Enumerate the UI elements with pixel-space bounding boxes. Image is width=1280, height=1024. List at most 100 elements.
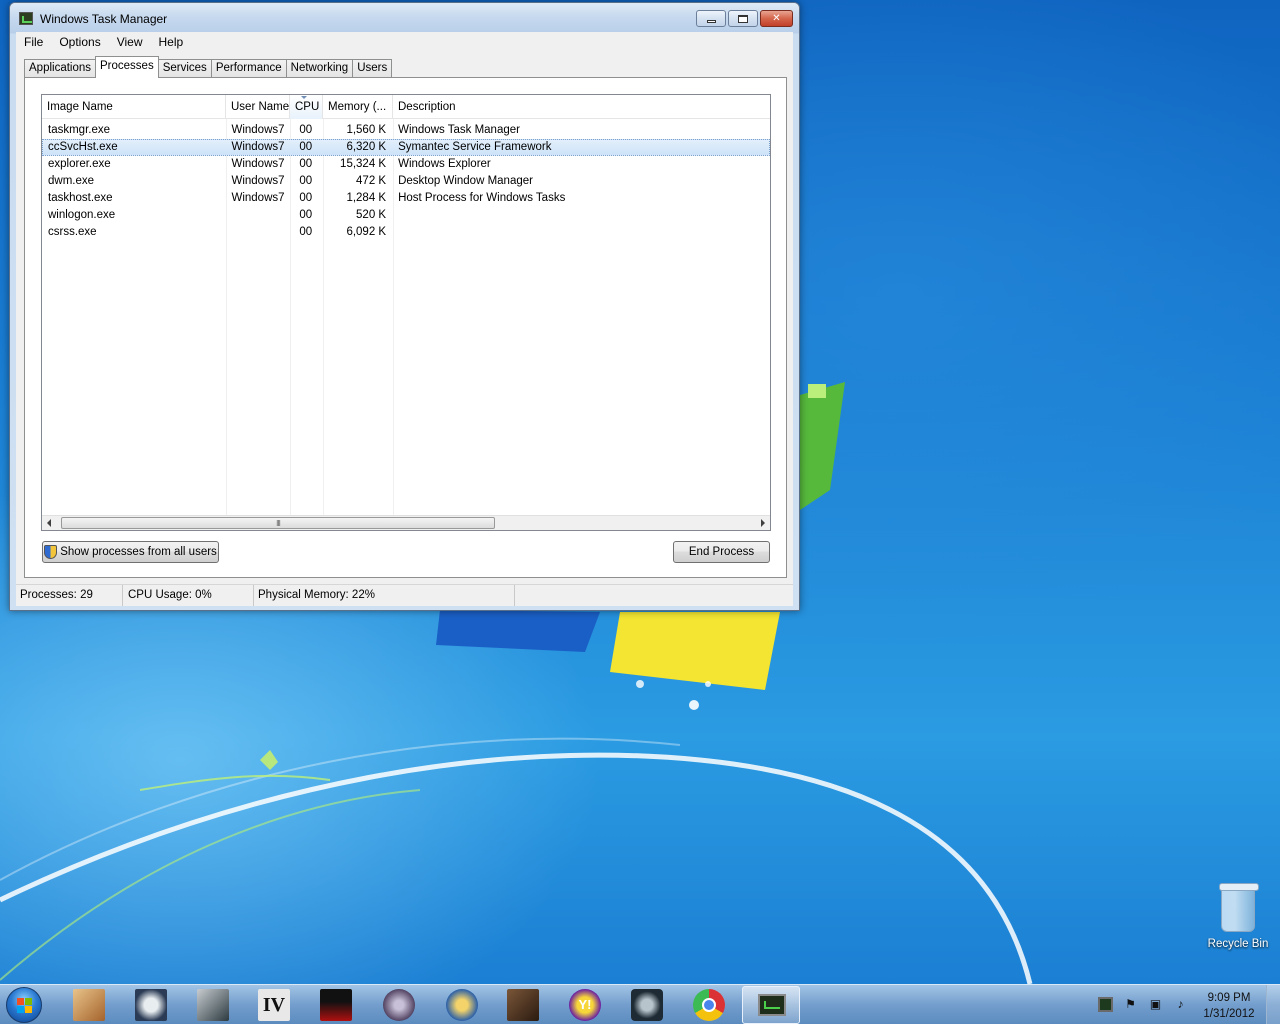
- status-empty-panel: [515, 585, 785, 606]
- tab-applications[interactable]: Applications: [24, 59, 97, 78]
- description-cell: [393, 208, 769, 223]
- sort-arrow-icon: [301, 96, 307, 99]
- column-cpu[interactable]: CPU: [290, 95, 323, 119]
- title-bar[interactable]: Windows Task Manager ✕: [10, 3, 799, 33]
- gta-iv-icon[interactable]: IV: [258, 989, 290, 1021]
- table-row[interactable]: taskmgr.exe Windows7 00 1,560 K Windows …: [42, 122, 770, 139]
- yahoo-messenger-icon[interactable]: Y!: [569, 989, 601, 1021]
- tab-users[interactable]: Users: [352, 59, 393, 78]
- cpu-cell: 00: [299, 141, 313, 153]
- close-button[interactable]: ✕: [760, 10, 793, 27]
- start-button[interactable]: [6, 987, 42, 1023]
- skull-icon[interactable]: [135, 989, 167, 1021]
- menu-file[interactable]: File: [16, 35, 51, 49]
- taskbar: IV Y! ⚑ ▣ ♪ 9:09 PM 1/31/2012: [0, 984, 1280, 1024]
- status-cpu-usage: CPU Usage: 0%: [123, 585, 254, 606]
- volume-icon[interactable]: ♪: [1173, 997, 1188, 1012]
- recycle-bin-icon: [1219, 883, 1259, 932]
- minimize-button[interactable]: [696, 10, 726, 27]
- table-row[interactable]: winlogon.exe 00 520 K: [42, 207, 770, 224]
- image-name-cell: explorer.exe: [48, 158, 111, 170]
- user-name-cell: Windows7: [231, 192, 285, 204]
- image-name-cell: taskhost.exe: [48, 192, 113, 204]
- column-image-name[interactable]: Image Name: [42, 95, 226, 119]
- end-process-button[interactable]: End Process: [673, 541, 770, 563]
- task-manager-taskbar-icon: [758, 994, 786, 1016]
- tab-services[interactable]: Services: [157, 59, 212, 78]
- image-name-cell: winlogon.exe: [48, 209, 116, 221]
- vault-boy-icon[interactable]: [446, 989, 478, 1021]
- process-list[interactable]: Image Name User Name CPU Memory (... Des…: [41, 94, 771, 531]
- table-row[interactable]: csrss.exe 00 6,092 K: [42, 224, 770, 241]
- menu-view[interactable]: View: [109, 35, 151, 49]
- list-header: Image Name User Name CPU Memory (... Des…: [42, 95, 770, 119]
- recycle-bin-label: Recycle Bin: [1207, 938, 1269, 950]
- crysis-icon[interactable]: [197, 989, 229, 1021]
- column-memory[interactable]: Memory (...: [323, 95, 393, 119]
- scroll-left-icon[interactable]: [47, 519, 51, 527]
- clock[interactable]: 9:09 PM 1/31/2012: [1196, 990, 1262, 1022]
- menu-bar: File Options View Help: [16, 32, 793, 52]
- horizontal-scrollbar[interactable]: III: [42, 515, 770, 530]
- clock-time: 9:09 PM: [1207, 992, 1251, 1004]
- table-row[interactable]: dwm.exe Windows7 00 472 K Desktop Window…: [42, 173, 770, 190]
- image-name-cell: csrss.exe: [48, 226, 97, 238]
- table-row[interactable]: explorer.exe Windows7 00 15,324 K Window…: [42, 156, 770, 173]
- scroll-right-icon[interactable]: [761, 519, 765, 527]
- status-physical-memory: Physical Memory: 22%: [254, 585, 515, 606]
- portrait-icon[interactable]: [507, 989, 539, 1021]
- client-area: Applications Processes Services Performa…: [16, 52, 793, 584]
- recycle-bin[interactable]: Recycle Bin: [1204, 883, 1272, 950]
- show-all-processes-button[interactable]: Show processes from all users: [42, 541, 219, 563]
- cpu-cell: 00: [299, 158, 313, 170]
- task-manager-window: Windows Task Manager ✕ File Options View…: [9, 2, 800, 611]
- description-cell: Windows Explorer: [398, 158, 491, 170]
- steam-icon[interactable]: [631, 989, 663, 1021]
- status-bar: Processes: 29 CPU Usage: 0% Physical Mem…: [16, 584, 793, 606]
- memory-cell: 6,320 K: [346, 141, 387, 153]
- description-cell: Desktop Window Manager: [398, 175, 533, 187]
- chrome-center-icon: [702, 998, 716, 1012]
- chrome-icon[interactable]: [693, 989, 725, 1021]
- network-icon[interactable]: ▣: [1148, 997, 1163, 1012]
- status-processes: Processes: 29: [16, 585, 123, 606]
- tab-strip: Applications Processes Services Performa…: [24, 56, 393, 78]
- emblem-icon[interactable]: [383, 989, 415, 1021]
- windows-logo-icon: [17, 998, 33, 1014]
- description-cell: Host Process for Windows Tasks: [398, 192, 566, 204]
- task-manager-icon: [19, 12, 33, 25]
- tab-processes[interactable]: Processes: [95, 56, 159, 78]
- caption-buttons: ✕: [696, 10, 793, 27]
- table-row[interactable]: taskhost.exe Windows7 00 1,284 K Host Pr…: [42, 190, 770, 207]
- description-cell: [393, 225, 769, 240]
- table-row-selected[interactable]: ccSvcHst.exe Windows7 00 6,320 K Symante…: [42, 139, 770, 156]
- uac-shield-icon: [44, 545, 58, 559]
- tab-networking[interactable]: Networking: [285, 59, 354, 78]
- cpu-cell: 00: [299, 175, 313, 187]
- window-title: Windows Task Manager: [40, 12, 168, 26]
- system-tray: ⚑ ▣ ♪: [1098, 997, 1188, 1012]
- cpu-meter-icon[interactable]: [1098, 997, 1113, 1012]
- tab-performance[interactable]: Performance: [210, 59, 287, 78]
- description-cell: Symantec Service Framework: [398, 141, 552, 153]
- show-desktop-button[interactable]: [1266, 985, 1280, 1024]
- menu-help[interactable]: Help: [151, 35, 192, 49]
- noir-icon[interactable]: [320, 989, 352, 1021]
- column-description[interactable]: Description: [393, 95, 770, 119]
- maximize-icon: [738, 14, 748, 23]
- column-user-name[interactable]: User Name: [226, 95, 290, 119]
- task-manager-taskbar-button[interactable]: [742, 986, 800, 1024]
- close-icon: ✕: [772, 13, 781, 24]
- maximize-button[interactable]: [728, 10, 758, 27]
- clock-date: 1/31/2012: [1203, 1008, 1255, 1020]
- image-name-cell: dwm.exe: [48, 175, 95, 187]
- user-name-cell: Windows7: [231, 124, 285, 136]
- menu-options[interactable]: Options: [51, 35, 108, 49]
- show-all-processes-label: Show processes from all users: [60, 546, 217, 558]
- user-name-cell: Windows7: [231, 141, 285, 153]
- game-icon[interactable]: [73, 989, 105, 1021]
- action-center-flag-icon[interactable]: ⚑: [1123, 997, 1138, 1012]
- user-name-cell: Windows7: [231, 158, 285, 170]
- scroll-thumb[interactable]: III: [61, 517, 495, 529]
- image-name-cell: taskmgr.exe: [48, 124, 110, 136]
